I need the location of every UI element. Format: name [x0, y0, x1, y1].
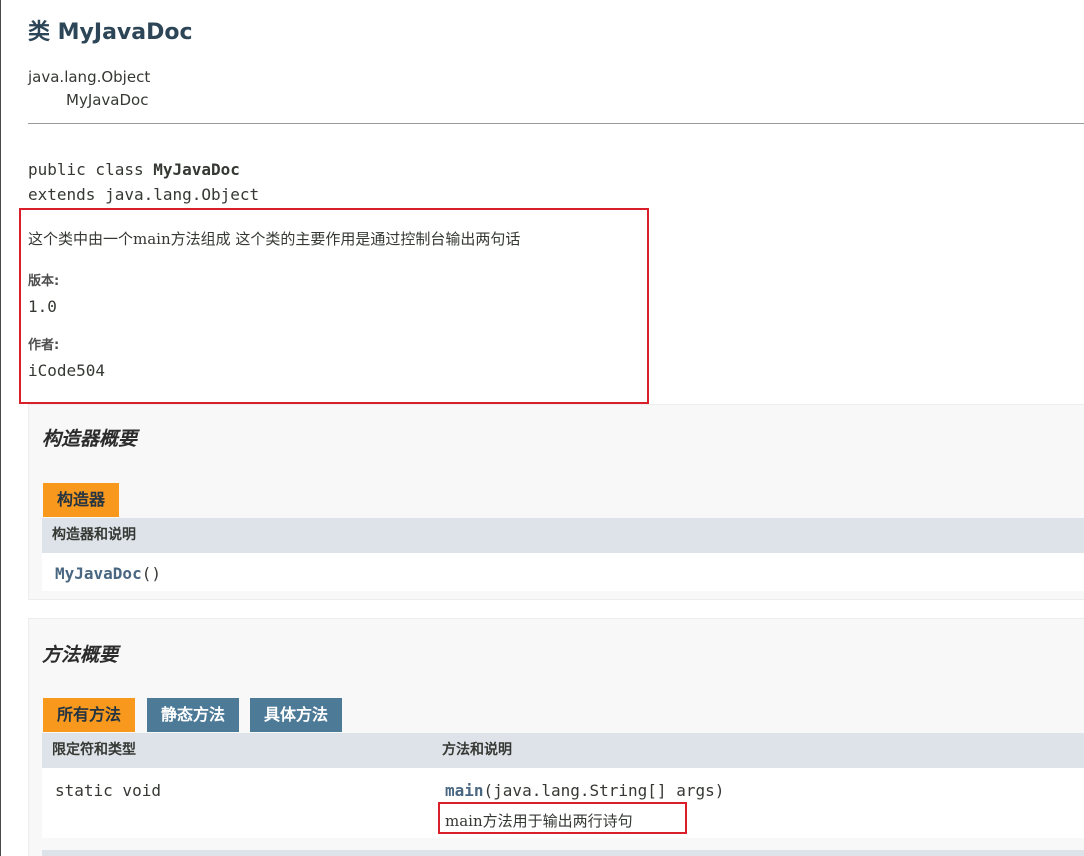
author-label: 作者: [28, 338, 60, 353]
tab-static-methods[interactable]: 静态方法 [147, 698, 240, 732]
class-description: 这个类中由一个main方法组成 这个类的主要作用是通过控制台输出两句话 [28, 230, 521, 248]
inheritance-child: MyJavaDoc [66, 91, 149, 109]
method-summary-title: 方法概要 [42, 644, 119, 666]
page-title: 类 MyJavaDoc [28, 20, 193, 45]
tab-concrete-methods[interactable]: 具体方法 [250, 698, 343, 732]
constructor-summary-title: 构造器概要 [42, 428, 138, 450]
method-modifier: static void [55, 781, 161, 800]
constructor-link[interactable]: MyJavaDoc [55, 564, 142, 583]
author-value: iCode504 [28, 361, 106, 380]
table-row: MyJavaDoc() [42, 553, 1084, 591]
signature-prefix: public class [28, 160, 154, 179]
divider [28, 123, 1084, 124]
method-signature: main(java.lang.String[] args) [445, 781, 724, 800]
tab-all-methods[interactable]: 所有方法 [43, 698, 136, 732]
method-link-main[interactable]: main [445, 781, 484, 800]
constructor-signature: MyJavaDoc() [55, 564, 161, 583]
constructor-column-header: 构造器和说明 [52, 527, 136, 543]
method-desc-highlight-box [438, 802, 687, 834]
method-params: (java.lang.String[] args) [483, 781, 725, 800]
version-value: 1.0 [28, 297, 57, 316]
method-table-header: 限定符和类型 方法和说明 [42, 733, 1084, 768]
constructor-params: () [141, 564, 161, 583]
tab-constructors[interactable]: 构造器 [43, 483, 120, 517]
class-signature-line2: extends java.lang.Object [28, 185, 260, 204]
javadoc-page: 类 MyJavaDoc java.lang.Object MyJavaDoc p… [0, 0, 1084, 856]
constructor-table-header: 构造器和说明 [42, 518, 1084, 553]
table-footer-strip [42, 850, 1084, 856]
class-signature-line1: public class MyJavaDoc [28, 160, 240, 179]
method-column-header: 方法和说明 [442, 742, 512, 758]
version-label: 版本: [28, 274, 60, 289]
signature-class-name: MyJavaDoc [153, 160, 240, 179]
modifier-column-header: 限定符和类型 [52, 742, 136, 758]
inheritance-parent: java.lang.Object [28, 68, 151, 86]
